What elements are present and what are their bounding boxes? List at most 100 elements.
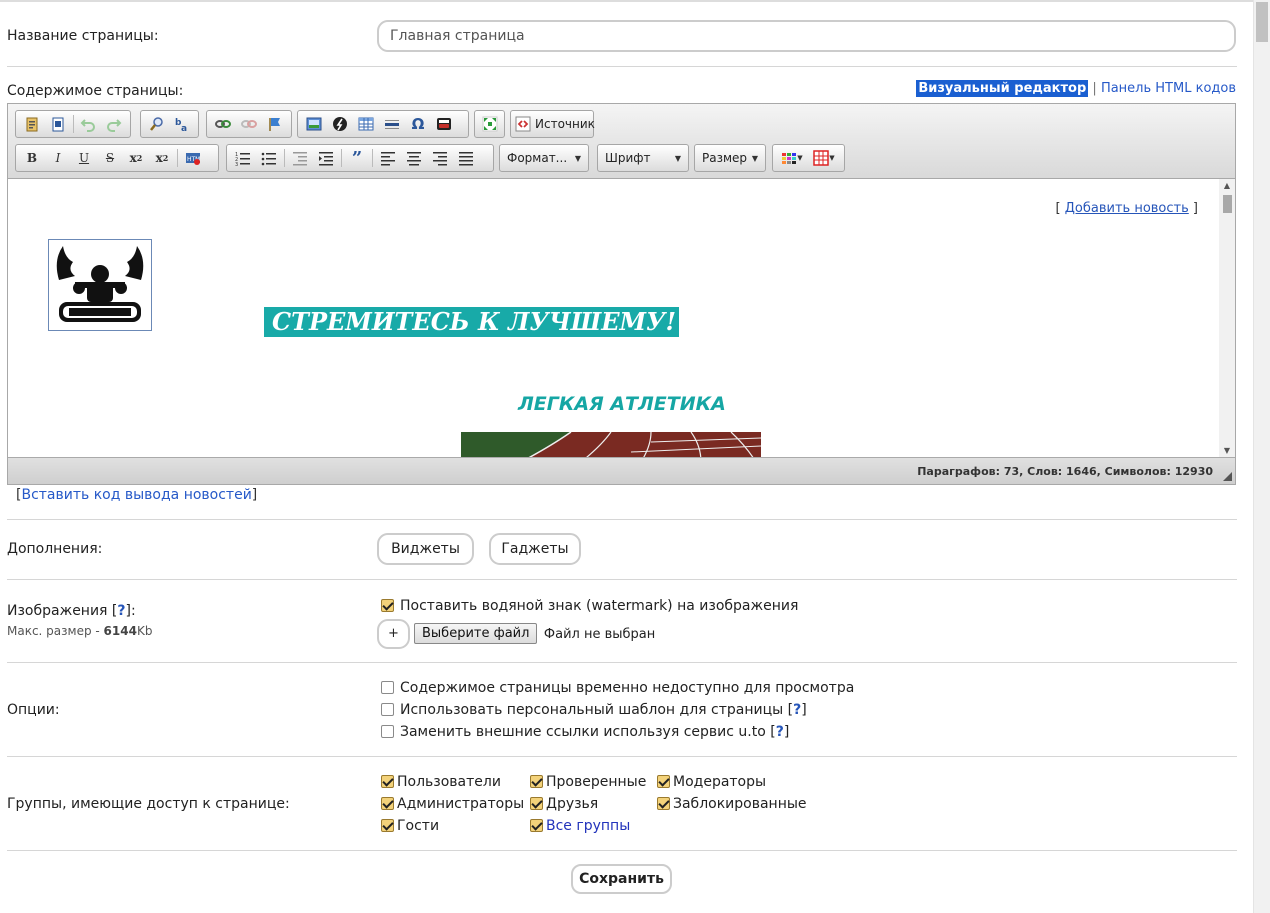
text-color-button[interactable]: ▼ — [776, 147, 808, 169]
group-verified[interactable]: Проверенные — [530, 774, 646, 790]
bulleted-list-icon — [261, 150, 277, 166]
size-dropdown[interactable]: Размер ▼ — [694, 144, 766, 172]
help-link[interactable]: ? — [793, 702, 801, 718]
paste-text-button[interactable] — [19, 113, 45, 135]
numbered-list-button[interactable]: 123 — [230, 147, 256, 169]
italic-button[interactable]: I — [45, 147, 71, 169]
html-panel-tab[interactable]: Панель HTML кодов — [1101, 81, 1236, 96]
page-name-input[interactable]: Главная страница — [377, 20, 1236, 52]
align-left-button[interactable] — [375, 147, 401, 169]
group-moderators[interactable]: Модераторы — [657, 774, 766, 790]
group-blocked[interactable]: Заблокированные — [657, 796, 807, 812]
group-label: Друзья — [546, 796, 599, 812]
group-checkbox[interactable] — [530, 797, 543, 810]
table-button[interactable] — [353, 113, 379, 135]
table-grid-button[interactable]: ▼ — [808, 147, 840, 169]
option-replace-links[interactable]: Заменить внешние ссылки используя сервис… — [381, 724, 789, 740]
group-guests[interactable]: Гости — [381, 818, 439, 834]
option-unavailable-checkbox[interactable] — [381, 681, 394, 694]
svg-text:3: 3 — [235, 162, 238, 166]
watermark-checkbox[interactable] — [381, 599, 394, 612]
outdent-button[interactable] — [287, 147, 313, 169]
group-users[interactable]: Пользователи — [381, 774, 501, 790]
group-friends[interactable]: Друзья — [530, 796, 598, 812]
source-button[interactable]: Источник — [510, 110, 595, 138]
special-char-button[interactable]: Ω — [405, 113, 431, 135]
underline-button[interactable]: U — [71, 147, 97, 169]
subscript-button[interactable]: x2 — [123, 147, 149, 169]
indent-button[interactable] — [313, 147, 339, 169]
group-all[interactable]: Все группы — [530, 818, 630, 834]
image-button[interactable] — [301, 113, 327, 135]
image-icon — [306, 116, 322, 132]
toolbar-group-find: ba — [140, 110, 199, 138]
flash-button[interactable] — [327, 113, 353, 135]
maximize-button[interactable] — [478, 113, 501, 135]
align-center-button[interactable] — [401, 147, 427, 169]
bold-button[interactable]: B — [19, 147, 45, 169]
add-image-button[interactable]: + — [377, 619, 410, 649]
widgets-button[interactable]: Виджеты — [377, 533, 474, 565]
all-groups-label[interactable]: Все группы — [546, 818, 630, 834]
images-label-end: ]: — [125, 603, 136, 619]
quote-icon: ” — [351, 147, 363, 169]
redo-button[interactable] — [101, 113, 127, 135]
scroll-down-icon[interactable]: ▼ — [1219, 444, 1235, 458]
add-news-link[interactable]: Добавить новость — [1065, 201, 1189, 216]
horizontal-rule-button[interactable] — [379, 113, 405, 135]
group-checkbox[interactable] — [530, 775, 543, 788]
undo-button[interactable] — [75, 113, 101, 135]
paste-text-icon — [24, 116, 40, 132]
top-border — [0, 0, 1253, 2]
help-link[interactable]: ? — [776, 724, 784, 740]
remove-format-button[interactable]: HTML — [180, 147, 206, 169]
unlink-button[interactable] — [236, 113, 262, 135]
group-checkbox[interactable] — [530, 819, 543, 832]
group-checkbox[interactable] — [657, 775, 670, 788]
chevron-down-icon: ▼ — [829, 154, 835, 162]
save-button[interactable]: Сохранить — [571, 864, 672, 894]
align-right-button[interactable] — [427, 147, 453, 169]
font-dropdown[interactable]: Шрифт ▼ — [597, 144, 689, 172]
group-checkbox[interactable] — [381, 775, 394, 788]
editor-content-area[interactable]: [ Добавить новость ] СТРЕМИТЕСЬ К ЛУЧШЕМ… — [8, 179, 1219, 458]
option-unavailable[interactable]: Содержимое страницы временно недоступно … — [381, 680, 854, 696]
page-name-label: Название страницы: — [7, 28, 159, 44]
group-checkbox[interactable] — [381, 819, 394, 832]
group-checkbox[interactable] — [381, 797, 394, 810]
section-heading: ЛЕГКАЯ АТЛЕТИКА — [518, 393, 726, 415]
option-personal-template-checkbox[interactable] — [381, 703, 394, 716]
page-scrollbar-thumb[interactable] — [1256, 2, 1268, 42]
resize-grip-icon[interactable] — [1223, 472, 1232, 481]
scroll-up-icon[interactable]: ▲ — [1219, 179, 1235, 193]
group-label: Администраторы — [397, 796, 525, 812]
group-label: Гости — [397, 818, 440, 834]
insert-news-code-link[interactable]: Вставить код вывода новостей — [21, 487, 251, 503]
max-size-prefix: Макс. размер - — [7, 624, 104, 638]
bulleted-list-button[interactable] — [256, 147, 282, 169]
align-justify-button[interactable] — [453, 147, 479, 169]
gadgets-button[interactable]: Гаджеты — [489, 533, 581, 565]
page-scrollbar[interactable] — [1253, 0, 1270, 913]
watermark-option[interactable]: Поставить водяной знак (watermark) на из… — [381, 598, 798, 614]
editor-scrollbar[interactable]: ▲ ▼ — [1219, 179, 1235, 458]
link-button[interactable] — [210, 113, 236, 135]
option-personal-template[interactable]: Использовать персональный шаблон для стр… — [381, 702, 807, 718]
paste-word-button[interactable] — [45, 113, 71, 135]
blockquote-button[interactable]: ” — [344, 147, 370, 169]
choose-file-button[interactable]: Выберите файл — [414, 623, 538, 644]
group-checkbox[interactable] — [657, 797, 670, 810]
find-button[interactable] — [144, 113, 170, 135]
editor-scrollbar-thumb[interactable] — [1223, 195, 1232, 213]
option-replace-links-checkbox[interactable] — [381, 725, 394, 738]
superscript-button[interactable]: x2 — [149, 147, 175, 169]
strike-button[interactable]: S — [97, 147, 123, 169]
youtube-button[interactable] — [431, 113, 457, 135]
visual-editor-tab[interactable]: Визуальный редактор — [916, 80, 1089, 97]
group-administrators[interactable]: Администраторы — [381, 796, 524, 812]
replace-button[interactable]: ba — [170, 113, 196, 135]
max-size-note: Макс. размер - 6144Kb — [7, 624, 152, 638]
help-link[interactable]: ? — [117, 603, 125, 619]
anchor-button[interactable] — [262, 113, 288, 135]
format-dropdown[interactable]: Формат... ▼ — [499, 144, 589, 172]
